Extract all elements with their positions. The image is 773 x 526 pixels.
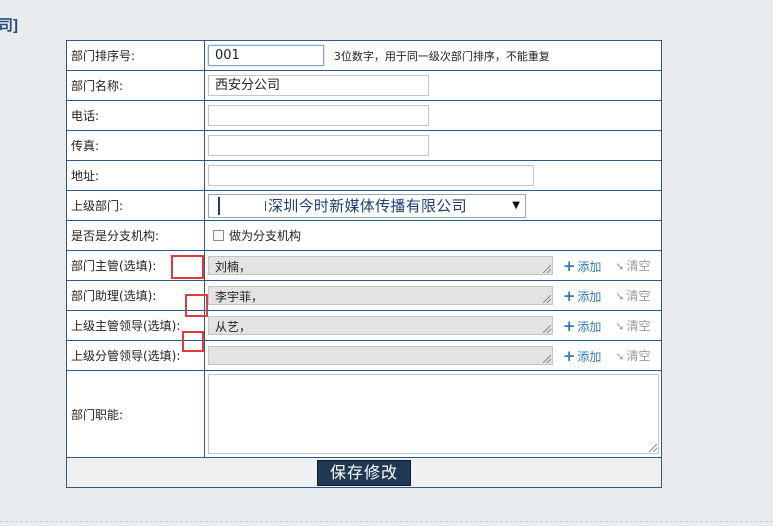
eraser-icon: ➘	[615, 320, 625, 333]
highlight-box	[182, 331, 204, 352]
submit-row: 保存修改	[66, 457, 662, 488]
resize-grip-icon[interactable]	[543, 265, 551, 273]
page-heading: 司]	[0, 17, 18, 34]
resize-grip-icon[interactable]	[543, 325, 551, 333]
fax-input[interactable]	[208, 135, 429, 156]
plus-icon: +	[562, 256, 576, 275]
is-branch-label: 是否是分支机构:	[66, 220, 205, 251]
row-is-branch: 是否是分支机构: 做为分支机构	[66, 220, 662, 251]
manager-clear-button[interactable]: ➘ 清空	[615, 257, 650, 274]
row-phone: 电话:	[66, 100, 662, 131]
manager-value: 刘楠，	[215, 260, 252, 274]
tree-connector	[220, 200, 266, 211]
row-name: 部门名称: 西安分公司	[66, 70, 662, 101]
sort-no-hint: 3位数字，用于同一级次部门排序，不能重复	[333, 49, 550, 63]
row-parent: 上级部门: 深圳今时新媒体传播有限公司 ▼	[66, 190, 662, 221]
department-form: 部门排序号: 001 3位数字，用于同一级次部门排序，不能重复 部门名称: 西安…	[66, 40, 662, 488]
address-label: 地址:	[66, 160, 205, 191]
assistant-field[interactable]: 李宇菲，	[208, 286, 553, 305]
manager-field[interactable]: 刘楠，	[208, 256, 553, 275]
save-button[interactable]: 保存修改	[317, 459, 411, 486]
parent-select[interactable]: 深圳今时新媒体传播有限公司 ▼	[208, 193, 526, 218]
sort-no-label: 部门排序号:	[66, 40, 205, 71]
parent-select-value: 深圳今时新媒体传播有限公司	[268, 197, 467, 215]
row-fax: 传真:	[66, 130, 662, 161]
row-superior-leader: 上级主管领导(选填): 从艺， + 添加 ➘ 清空	[66, 310, 662, 341]
duties-textarea[interactable]	[208, 374, 659, 454]
name-input[interactable]: 西安分公司	[208, 75, 429, 96]
division-leader-clear-button[interactable]: ➘ 清空	[615, 347, 650, 364]
superior-leader-value: 从艺，	[215, 320, 252, 334]
dropdown-arrow-icon[interactable]: ▼	[512, 200, 520, 211]
resize-grip-icon[interactable]	[649, 444, 657, 452]
eraser-icon: ➘	[615, 350, 625, 363]
assistant-clear-button[interactable]: ➘ 清空	[615, 287, 650, 304]
parent-label: 上级部门:	[66, 190, 205, 221]
phone-label: 电话:	[66, 100, 205, 131]
division-leader-add-button[interactable]: + 添加	[563, 347, 602, 365]
eraser-icon: ➘	[615, 260, 625, 273]
row-sort-no: 部门排序号: 001 3位数字，用于同一级次部门排序，不能重复	[66, 40, 662, 71]
resize-grip-icon[interactable]	[543, 295, 551, 303]
superior-leader-add-button[interactable]: + 添加	[563, 317, 602, 335]
plus-icon: +	[562, 346, 576, 365]
name-label: 部门名称:	[66, 70, 205, 101]
row-duties: 部门职能:	[66, 370, 662, 458]
plus-icon: +	[562, 286, 576, 305]
is-branch-checkbox[interactable]	[213, 230, 224, 241]
manager-add-button[interactable]: + 添加	[563, 257, 602, 275]
highlight-box	[171, 255, 204, 279]
row-address: 地址:	[66, 160, 662, 191]
assistant-label: 部门助理(选填):	[66, 280, 205, 311]
is-branch-checkbox-label[interactable]: 做为分支机构	[229, 229, 301, 243]
plus-icon: +	[562, 316, 576, 335]
eraser-icon: ➘	[615, 290, 625, 303]
fax-label: 传真:	[66, 130, 205, 161]
highlight-box	[185, 294, 208, 317]
division-leader-field[interactable]	[208, 346, 553, 365]
superior-leader-field[interactable]: 从艺，	[208, 316, 553, 335]
address-input[interactable]	[208, 165, 534, 186]
superior-leader-clear-button[interactable]: ➘ 清空	[615, 317, 650, 334]
row-division-leader: 上级分管领导(选填): + 添加 ➘ 清空	[66, 340, 662, 371]
phone-input[interactable]	[208, 105, 429, 126]
row-assistant: 部门助理(选填): 李宇菲， + 添加 ➘ 清空	[66, 280, 662, 311]
assistant-value: 李宇菲，	[215, 290, 264, 304]
sort-no-input[interactable]: 001	[208, 45, 324, 66]
duties-label: 部门职能:	[66, 370, 205, 458]
resize-grip-icon[interactable]	[543, 355, 551, 363]
page-divider	[0, 521, 773, 522]
assistant-add-button[interactable]: + 添加	[563, 287, 602, 305]
row-manager: 部门主管(选填): 刘楠， + 添加 ➘ 清空	[66, 250, 662, 281]
